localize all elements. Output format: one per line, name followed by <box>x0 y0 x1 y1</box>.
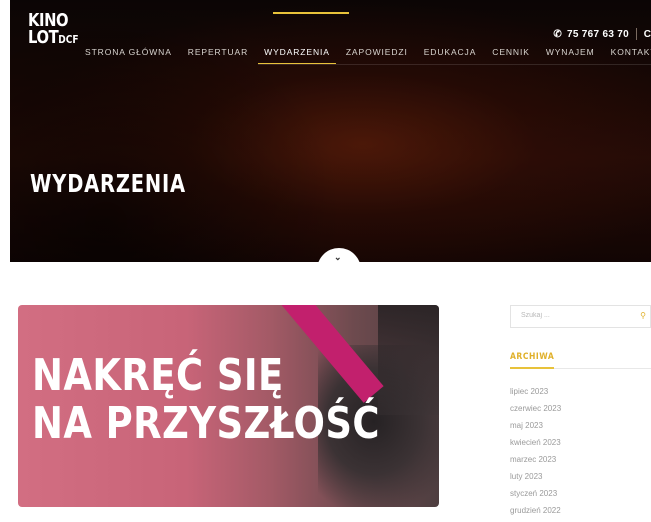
archive-item[interactable]: luty 2023 <box>510 471 561 488</box>
search-input[interactable] <box>519 311 623 320</box>
archive-item[interactable]: styczeń 2023 <box>510 488 561 505</box>
headline-line2: NA PRZYSZŁOŚĆ <box>32 398 380 449</box>
chevron-down-icon: ⌄ <box>334 252 342 262</box>
featured-event-card[interactable]: NAKRĘĆ SIĘ NA PRZYSZŁOŚĆ <box>18 305 439 507</box>
phone-icon: ✆ <box>553 29 562 40</box>
archive-item[interactable]: czerwiec 2023 <box>510 403 561 420</box>
archive-item[interactable]: grudzień 2022 <box>510 505 561 522</box>
featured-headline: NAKRĘĆ SIĘ NA PRZYSZŁOŚĆ <box>32 352 380 448</box>
nav-item-wynajem[interactable]: WYNAJEM <box>546 47 595 63</box>
header-separator <box>636 28 637 40</box>
nav-item-repertuar[interactable]: REPERTUAR <box>188 47 248 63</box>
header-extra[interactable]: C <box>644 29 651 40</box>
nav-item-cennik[interactable]: CENNIK <box>492 47 530 63</box>
phone-number[interactable]: ✆ 75 767 63 70 <box>553 29 629 40</box>
logo-dcf: DCF <box>58 33 79 46</box>
archive-title: ARCHIWA <box>510 352 555 362</box>
nav-item-strona-glowna[interactable]: STRONA GŁÓWNA <box>85 47 172 63</box>
nav-divider <box>258 64 651 65</box>
camera-image-top <box>378 305 439 415</box>
headline-line1: NAKRĘĆ SIĘ <box>32 350 284 401</box>
archive-underline <box>510 367 554 369</box>
nav-item-zapowiedzi[interactable]: ZAPOWIEDZI <box>346 47 408 63</box>
nav-item-kontakt[interactable]: KONTAKT <box>611 47 651 63</box>
logo[interactable]: KINO LOTDCF <box>28 12 79 48</box>
logo-line2: LOTDCF <box>28 29 79 48</box>
archive-list: lipiec 2023 czerwiec 2023 maj 2023 kwiec… <box>510 386 561 522</box>
search-icon[interactable]: ⚲ <box>640 311 646 320</box>
archive-item[interactable]: kwiecień 2023 <box>510 437 561 454</box>
main-nav: STRONA GŁÓWNA REPERTUAR WYDARZENIA ZAPOW… <box>85 47 651 64</box>
nav-item-edukacja[interactable]: EDUKACJA <box>424 47 477 63</box>
archive-item[interactable]: maj 2023 <box>510 420 561 437</box>
nav-item-wydarzenia[interactable]: WYDARZENIA <box>258 47 336 64</box>
search-box: ⚲ <box>510 305 651 328</box>
phone-text: 75 767 63 70 <box>567 29 629 40</box>
hero-banner: KINO LOTDCF ✆ 75 767 63 70 C STRONA GŁÓWN… <box>10 0 651 262</box>
active-indicator <box>273 12 349 14</box>
logo-lot: LOT <box>28 27 59 48</box>
archive-item[interactable]: lipiec 2023 <box>510 386 561 403</box>
page-title: WYDARZENIA <box>30 168 186 198</box>
archive-item[interactable]: marzec 2023 <box>510 454 561 471</box>
